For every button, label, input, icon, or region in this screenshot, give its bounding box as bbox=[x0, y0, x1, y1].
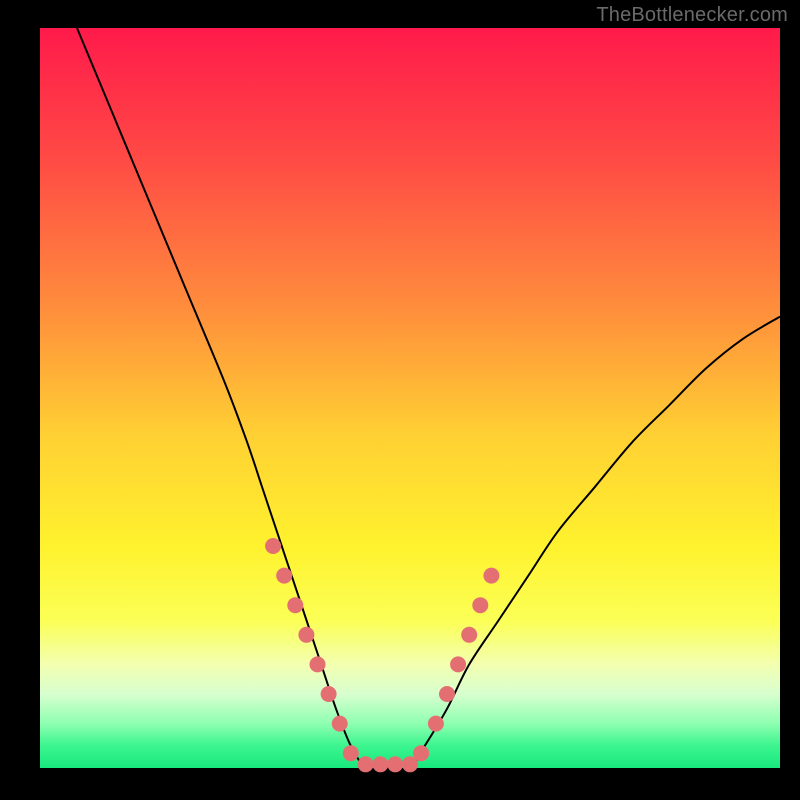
marker-point bbox=[332, 716, 348, 732]
gradient-background bbox=[40, 28, 780, 768]
marker-point bbox=[461, 627, 477, 643]
watermark-text: TheBottlenecker.com bbox=[596, 4, 788, 27]
marker-point bbox=[439, 686, 455, 702]
marker-point bbox=[483, 568, 499, 584]
marker-point bbox=[310, 656, 326, 672]
marker-point bbox=[298, 627, 314, 643]
marker-point bbox=[265, 538, 281, 554]
marker-point bbox=[387, 756, 403, 772]
marker-point bbox=[276, 568, 292, 584]
chart-svg bbox=[40, 28, 780, 768]
marker-point bbox=[287, 597, 303, 613]
chart-frame: TheBottlenecker.com bbox=[0, 0, 800, 800]
marker-point bbox=[450, 656, 466, 672]
marker-point bbox=[321, 686, 337, 702]
marker-point bbox=[343, 745, 359, 761]
plot-area bbox=[40, 28, 780, 768]
marker-point bbox=[472, 597, 488, 613]
marker-point bbox=[358, 756, 374, 772]
marker-point bbox=[428, 716, 444, 732]
marker-point bbox=[372, 756, 388, 772]
marker-point bbox=[413, 745, 429, 761]
